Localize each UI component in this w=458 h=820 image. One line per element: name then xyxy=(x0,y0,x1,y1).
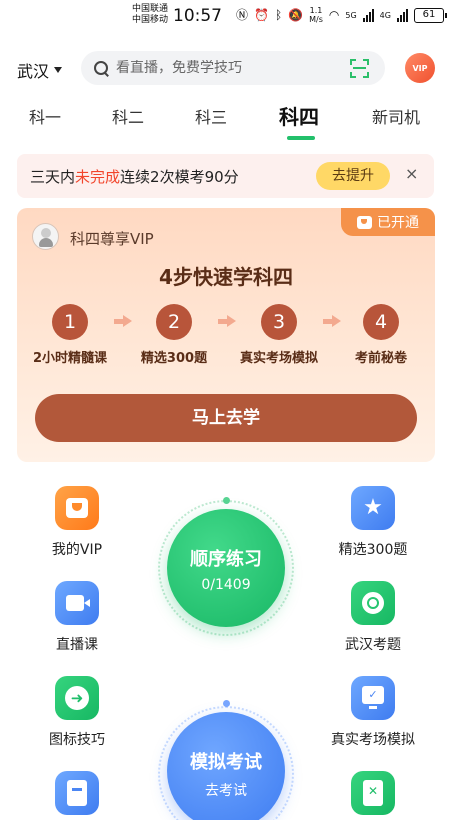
step-3-label: 真实考场模拟 xyxy=(239,351,319,366)
feature-label: 图标技巧 xyxy=(49,732,105,748)
feature-sign-tips[interactable]: ➜ 图标技巧 xyxy=(27,676,127,749)
step-1-label: 2小时精髓课 xyxy=(32,351,108,366)
arrow-right-icon xyxy=(218,312,238,330)
tab-new-driver[interactable]: 新司机 xyxy=(372,104,420,128)
mute-icon: 🔕 xyxy=(288,8,304,22)
step-2-number: 2 xyxy=(156,304,192,340)
step-1-number: 1 xyxy=(52,304,88,340)
tab-ke1[interactable]: 科一 xyxy=(29,104,61,128)
avatar xyxy=(32,223,59,250)
arrow-right-icon xyxy=(114,312,134,330)
city-label: 武汉 xyxy=(17,62,50,81)
network-type-2: 4G xyxy=(379,10,391,20)
exam-ring-dot xyxy=(223,700,230,707)
bookmark-icon: ✕ xyxy=(351,771,395,815)
caret-down-icon xyxy=(54,67,63,73)
status-icons: Ⓝ ⏰ ᛒ 🔕 1.1 M/s ◠ 5G 4G 61 xyxy=(236,6,447,24)
mock-exam-button[interactable]: 模拟考试 去考试 xyxy=(167,712,285,820)
promo-text-after: 连续2次模考90分 xyxy=(120,168,239,186)
tab-ke4[interactable]: 科四 xyxy=(279,101,319,130)
document-icon xyxy=(55,771,99,815)
exam-title: 模拟考试 xyxy=(190,752,262,773)
exam-sub: 去考试 xyxy=(205,783,247,799)
promo-text: 三天内未完成连续2次模考90分 xyxy=(30,166,239,187)
vip-card: 已开通 科四尊享VIP 4步快速学科四 1 2 3 4 2小时精髓课 精选300… xyxy=(17,208,435,462)
video-camera-icon xyxy=(55,581,99,625)
network-speed: 1.1 M/s xyxy=(309,6,323,24)
star-icon: ★ xyxy=(351,486,395,530)
search-icon xyxy=(94,60,109,76)
share-arrow-icon: ➜ xyxy=(55,676,99,720)
feature-label: 精选300题 xyxy=(338,542,408,558)
feature-label: 直播课 xyxy=(56,637,98,653)
vip-activated-badge: 已开通 xyxy=(341,208,435,236)
feature-more-left[interactable] xyxy=(27,771,127,815)
status-bar: 中国联通 中国移动 10:57 Ⓝ ⏰ ᛒ 🔕 1.1 M/s ◠ 5G 4G … xyxy=(0,0,458,34)
search-bar[interactable] xyxy=(81,51,385,85)
feature-label: 武汉考题 xyxy=(345,637,401,653)
signal-2-icon xyxy=(396,8,408,22)
wifi-icon: ◠ xyxy=(328,8,340,22)
vip-heart-icon xyxy=(55,486,99,530)
vip-heart-icon xyxy=(357,215,372,229)
location-ring-icon xyxy=(351,581,395,625)
feature-more-right[interactable]: ✕ xyxy=(323,771,423,815)
step-4-number: 4 xyxy=(363,304,399,340)
feature-live-class[interactable]: 直播课 xyxy=(27,581,127,654)
feature-my-vip[interactable]: 我的VIP xyxy=(27,486,127,559)
promo-text-before: 三天内 xyxy=(30,168,76,186)
feature-label: 我的VIP xyxy=(51,542,103,558)
subject-tabs: 科一 科二 科三 科四 新司机 xyxy=(0,100,458,140)
practice-title: 顺序练习 xyxy=(190,549,262,570)
speed-unit: M/s xyxy=(309,15,323,24)
signal-1-icon xyxy=(362,8,374,22)
scan-icon[interactable] xyxy=(350,59,369,78)
feature-real-exam-sim[interactable]: ✓ 真实考场模拟 xyxy=(323,676,423,749)
carrier-labels: 中国联通 中国移动 xyxy=(132,4,168,26)
improve-button[interactable]: 去提升 xyxy=(316,162,390,190)
step-4-label: 考前秘卷 xyxy=(354,351,408,366)
vip-name: 科四尊享VIP xyxy=(70,230,154,248)
step-3-number: 3 xyxy=(261,304,297,340)
vip-activated-label: 已开通 xyxy=(377,215,419,231)
search-input[interactable] xyxy=(116,60,336,76)
alarm-icon: ⏰ xyxy=(254,8,269,22)
battery-icon: 61 xyxy=(413,7,447,23)
monitor-check-icon: ✓ xyxy=(351,676,395,720)
step-2-label: 精选300题 xyxy=(140,351,208,366)
promo-text-highlight: 未完成 xyxy=(75,168,121,186)
practice-progress: 0/1409 xyxy=(201,577,251,593)
vip-icon[interactable]: VIP xyxy=(405,53,435,83)
tab-ke3[interactable]: 科三 xyxy=(195,104,227,128)
city-selector[interactable]: 武汉 xyxy=(17,58,63,82)
carrier-2: 中国移动 xyxy=(132,15,169,25)
tab-ke2[interactable]: 科二 xyxy=(112,104,144,128)
sequential-practice-button[interactable]: 顺序练习 0/1409 xyxy=(167,509,285,627)
network-type-1: 5G xyxy=(345,10,357,20)
practice-ring-dot xyxy=(223,497,230,504)
clock: 10:57 xyxy=(173,6,222,26)
feature-wuhan-questions[interactable]: 武汉考题 xyxy=(323,581,423,654)
promo-banner: 三天内未完成连续2次模考90分 去提升 × xyxy=(17,154,434,198)
active-tab-indicator xyxy=(287,136,315,140)
close-icon[interactable]: × xyxy=(405,164,418,183)
speed-value: 1.1 xyxy=(309,6,323,15)
arrow-right-icon xyxy=(323,312,343,330)
start-learning-button[interactable]: 马上去学 xyxy=(35,394,417,442)
bluetooth-icon: ᛒ xyxy=(274,8,283,22)
nfc-icon: Ⓝ xyxy=(236,8,249,22)
feature-selected-300[interactable]: ★ 精选300题 xyxy=(323,486,423,559)
carrier-1: 中国联通 xyxy=(132,4,169,14)
vip-headline: 4步快速学科四 xyxy=(159,265,293,289)
feature-label: 真实考场模拟 xyxy=(331,732,415,748)
